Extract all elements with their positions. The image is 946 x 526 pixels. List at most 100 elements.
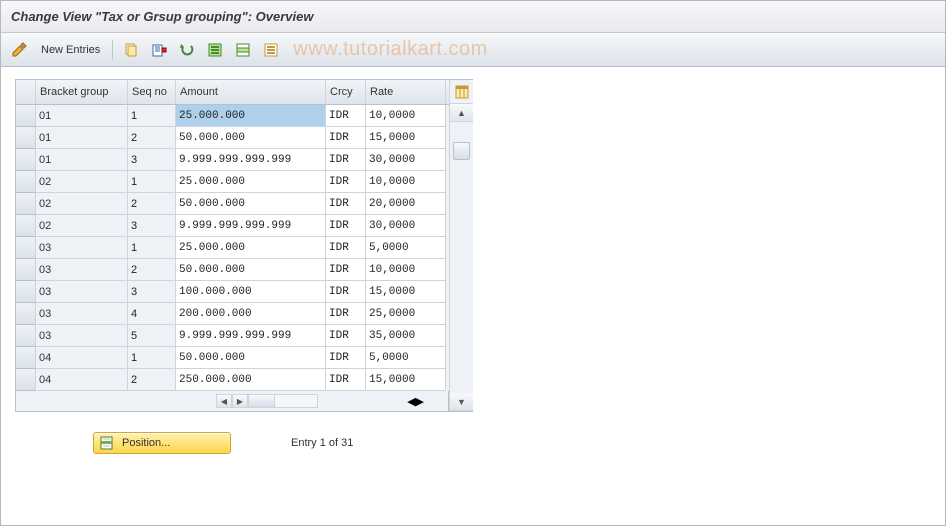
cell-seq-no[interactable]: 1 [128, 171, 176, 193]
cell-rate[interactable]: 15,0000 [366, 369, 446, 391]
column-header-selector[interactable] [16, 80, 36, 104]
deselect-all-button[interactable] [259, 39, 283, 61]
column-header-rate[interactable]: Rate [366, 80, 446, 104]
row-selector[interactable] [16, 325, 36, 347]
hscroll-right-arrow-icon[interactable]: ▶ [232, 394, 248, 408]
cell-seq-no[interactable]: 2 [128, 369, 176, 391]
cell-crcy[interactable]: IDR [326, 281, 366, 303]
table-row[interactable]: 042250.000.000IDR15,0000 [16, 369, 449, 391]
table-row[interactable]: 03250.000.000IDR10,0000 [16, 259, 449, 281]
cell-bracket-group[interactable]: 02 [36, 215, 128, 237]
cell-bracket-group[interactable]: 03 [36, 237, 128, 259]
table-row[interactable]: 02250.000.000IDR20,0000 [16, 193, 449, 215]
cell-amount[interactable]: 200.000.000 [176, 303, 326, 325]
cell-crcy[interactable]: IDR [326, 105, 366, 127]
cell-amount[interactable]: 50.000.000 [176, 127, 326, 149]
cell-crcy[interactable]: IDR [326, 171, 366, 193]
delete-button[interactable] [147, 39, 171, 61]
table-row[interactable]: 04150.000.000IDR5,0000 [16, 347, 449, 369]
cell-crcy[interactable]: IDR [326, 259, 366, 281]
cell-crcy[interactable]: IDR [326, 369, 366, 391]
row-selector[interactable] [16, 281, 36, 303]
cell-bracket-group[interactable]: 03 [36, 259, 128, 281]
cell-rate[interactable]: 35,0000 [366, 325, 446, 347]
table-row[interactable]: 03125.000.000IDR5,0000 [16, 237, 449, 259]
cell-seq-no[interactable]: 2 [128, 259, 176, 281]
hscroll-track[interactable] [248, 394, 318, 408]
cell-amount[interactable]: 50.000.000 [176, 259, 326, 281]
cell-seq-no[interactable]: 2 [128, 193, 176, 215]
cell-bracket-group[interactable]: 03 [36, 281, 128, 303]
cell-seq-no[interactable]: 1 [128, 237, 176, 259]
cell-rate[interactable]: 10,0000 [366, 259, 446, 281]
cell-rate[interactable]: 15,0000 [366, 127, 446, 149]
cell-amount[interactable]: 100.000.000 [176, 281, 326, 303]
cell-bracket-group[interactable]: 04 [36, 347, 128, 369]
cell-seq-no[interactable]: 5 [128, 325, 176, 347]
cell-bracket-group[interactable]: 01 [36, 127, 128, 149]
configure-columns-button[interactable] [450, 80, 473, 104]
cell-bracket-group[interactable]: 01 [36, 105, 128, 127]
row-selector[interactable] [16, 347, 36, 369]
hscroll-left-arrow-icon[interactable]: ◀ [216, 394, 232, 408]
row-selector[interactable] [16, 127, 36, 149]
table-row[interactable]: 034200.000.000IDR25,0000 [16, 303, 449, 325]
cell-seq-no[interactable]: 3 [128, 149, 176, 171]
cell-bracket-group[interactable]: 03 [36, 325, 128, 347]
hscroll-right2-arrow-icon[interactable]: ▶ [416, 395, 424, 408]
row-selector[interactable] [16, 259, 36, 281]
table-row[interactable]: 0359.999.999.999.999IDR35,0000 [16, 325, 449, 347]
row-selector[interactable] [16, 303, 36, 325]
row-selector[interactable] [16, 369, 36, 391]
cell-crcy[interactable]: IDR [326, 149, 366, 171]
table-row[interactable]: 02125.000.000IDR10,0000 [16, 171, 449, 193]
select-all-button[interactable] [203, 39, 227, 61]
cell-seq-no[interactable]: 1 [128, 105, 176, 127]
cell-crcy[interactable]: IDR [326, 303, 366, 325]
cell-amount[interactable]: 25.000.000 [176, 237, 326, 259]
cell-amount[interactable]: 9.999.999.999.999 [176, 325, 326, 347]
select-block-button[interactable] [231, 39, 255, 61]
row-selector[interactable] [16, 105, 36, 127]
cell-crcy[interactable]: IDR [326, 347, 366, 369]
hscroll-left2-arrow-icon[interactable]: ◀ [407, 395, 415, 408]
cell-bracket-group[interactable]: 03 [36, 303, 128, 325]
cell-bracket-group[interactable]: 02 [36, 171, 128, 193]
column-header-bracket-group[interactable]: Bracket group [36, 80, 128, 104]
cell-crcy[interactable]: IDR [326, 193, 366, 215]
hscroll-thumb[interactable] [249, 395, 275, 407]
cell-bracket-group[interactable]: 04 [36, 369, 128, 391]
cell-rate[interactable]: 5,0000 [366, 347, 446, 369]
cell-seq-no[interactable]: 1 [128, 347, 176, 369]
column-header-amount[interactable]: Amount [176, 80, 326, 104]
cell-amount[interactable]: 250.000.000 [176, 369, 326, 391]
row-selector[interactable] [16, 215, 36, 237]
cell-amount[interactable]: 9.999.999.999.999 [176, 215, 326, 237]
cell-amount[interactable]: 50.000.000 [176, 347, 326, 369]
cell-amount[interactable]: 9.999.999.999.999 [176, 149, 326, 171]
cell-rate[interactable]: 30,0000 [366, 149, 446, 171]
cell-amount[interactable]: 25.000.000 [176, 171, 326, 193]
column-header-seq-no[interactable]: Seq no [128, 80, 176, 104]
cell-rate[interactable]: 10,0000 [366, 105, 446, 127]
new-entries-button[interactable]: New Entries [35, 39, 106, 61]
table-row[interactable]: 01250.000.000IDR15,0000 [16, 127, 449, 149]
cell-rate[interactable]: 30,0000 [366, 215, 446, 237]
table-row[interactable]: 0139.999.999.999.999IDR30,0000 [16, 149, 449, 171]
cell-crcy[interactable]: IDR [326, 215, 366, 237]
toggle-edit-button[interactable] [7, 39, 31, 61]
position-button[interactable]: Position... [93, 432, 231, 454]
table-row[interactable]: 0239.999.999.999.999IDR30,0000 [16, 215, 449, 237]
cell-seq-no[interactable]: 3 [128, 281, 176, 303]
cell-rate[interactable]: 10,0000 [366, 171, 446, 193]
cell-amount[interactable]: 50.000.000 [176, 193, 326, 215]
cell-seq-no[interactable]: 4 [128, 303, 176, 325]
cell-rate[interactable]: 15,0000 [366, 281, 446, 303]
cell-rate[interactable]: 20,0000 [366, 193, 446, 215]
vscroll-thumb[interactable] [453, 142, 470, 160]
cell-amount[interactable]: 25.000.000 [176, 105, 326, 127]
copy-button[interactable] [119, 39, 143, 61]
cell-crcy[interactable]: IDR [326, 127, 366, 149]
cell-bracket-group[interactable]: 01 [36, 149, 128, 171]
cell-bracket-group[interactable]: 02 [36, 193, 128, 215]
